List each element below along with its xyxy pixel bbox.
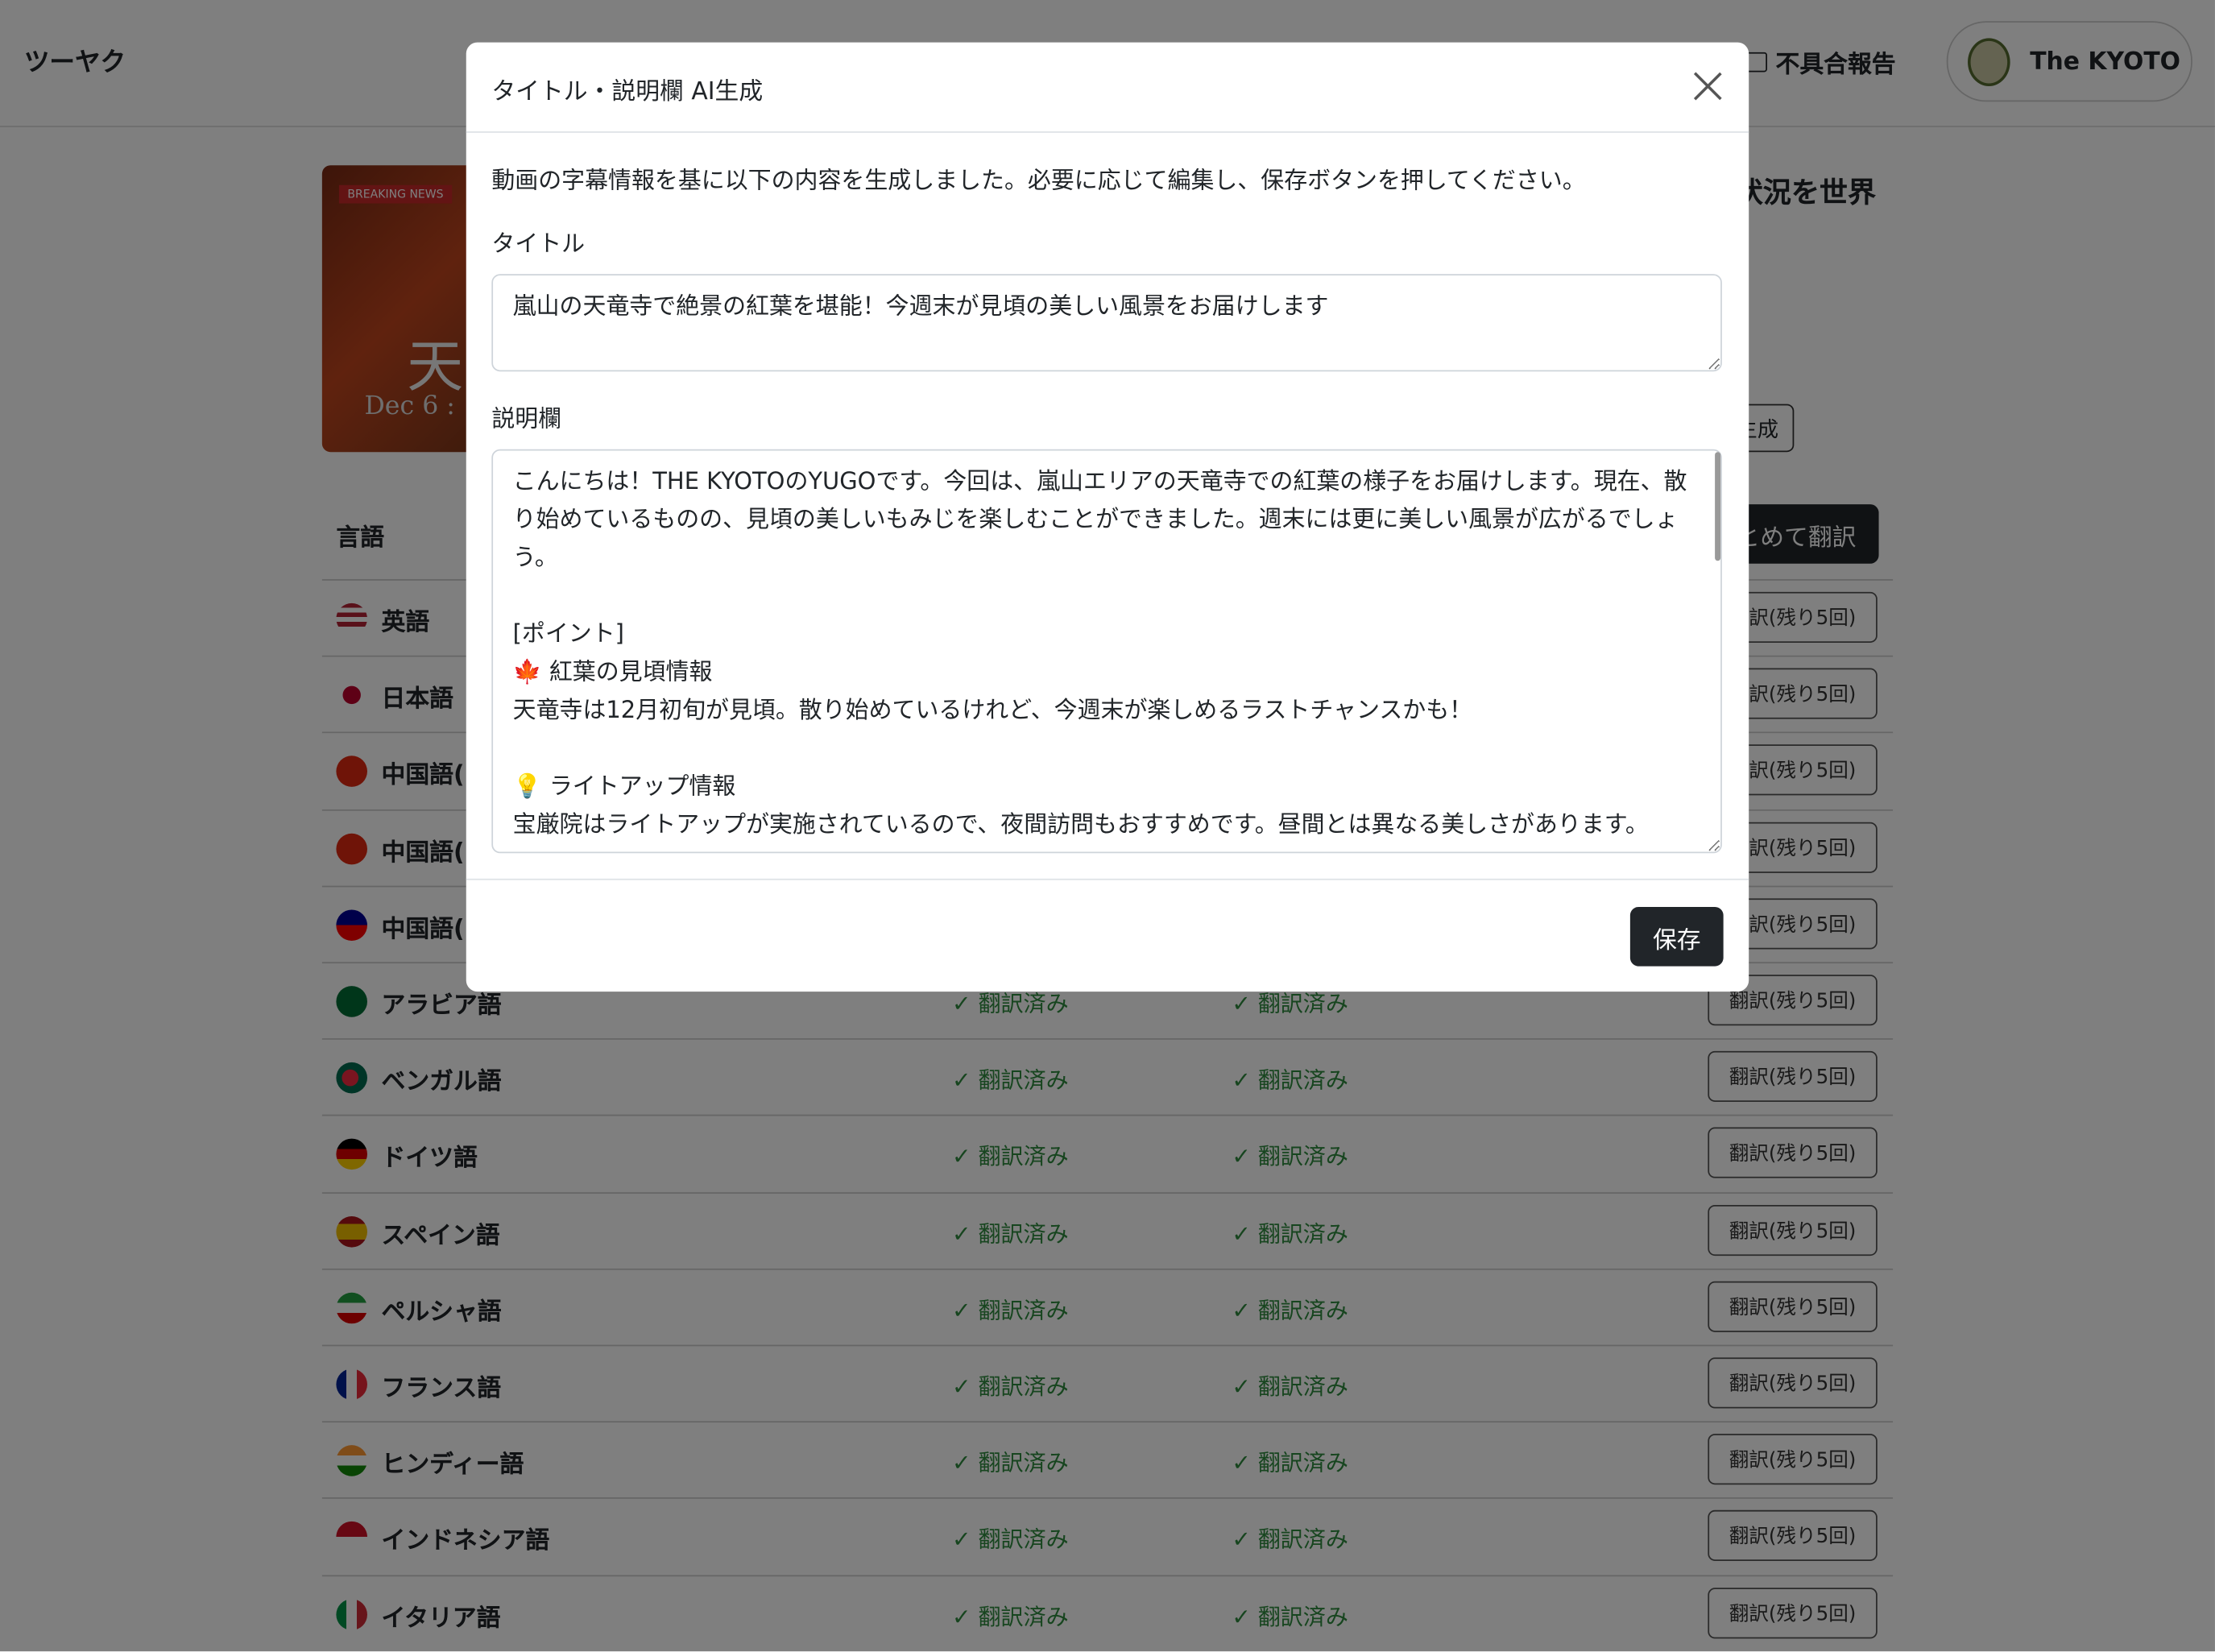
close-icon[interactable] bbox=[1692, 71, 1724, 102]
modal-intro-text: 動画の字幕情報を基に以下の内容を生成しました。必要に応じて編集し、保存ボタンを押… bbox=[491, 166, 1586, 194]
modal-header: タイトル・説明欄 AI生成 bbox=[466, 43, 1749, 133]
description-textarea[interactable]: こんにちは！THE KYOTOのYUGOです。今回は、嵐山エリアの天竜寺での紅葉… bbox=[491, 449, 1722, 854]
modal-footer bbox=[466, 878, 1749, 880]
ai-generate-modal: タイトル・説明欄 AI生成 動画の字幕情報を基に以下の内容を生成しました。必要に… bbox=[466, 42, 1749, 992]
title-label: タイトル bbox=[491, 230, 586, 258]
modal-title: タイトル・説明欄 AI生成 bbox=[491, 77, 764, 106]
description-scrollbar[interactable] bbox=[1715, 452, 1721, 561]
save-button[interactable]: 保存 bbox=[1629, 906, 1724, 967]
description-label: 説明欄 bbox=[491, 405, 562, 433]
title-textarea[interactable]: 嵐山の天竜寺で絶景の紅葉を堪能！今週末が見頃の美しい風景をお届けします bbox=[491, 274, 1722, 372]
